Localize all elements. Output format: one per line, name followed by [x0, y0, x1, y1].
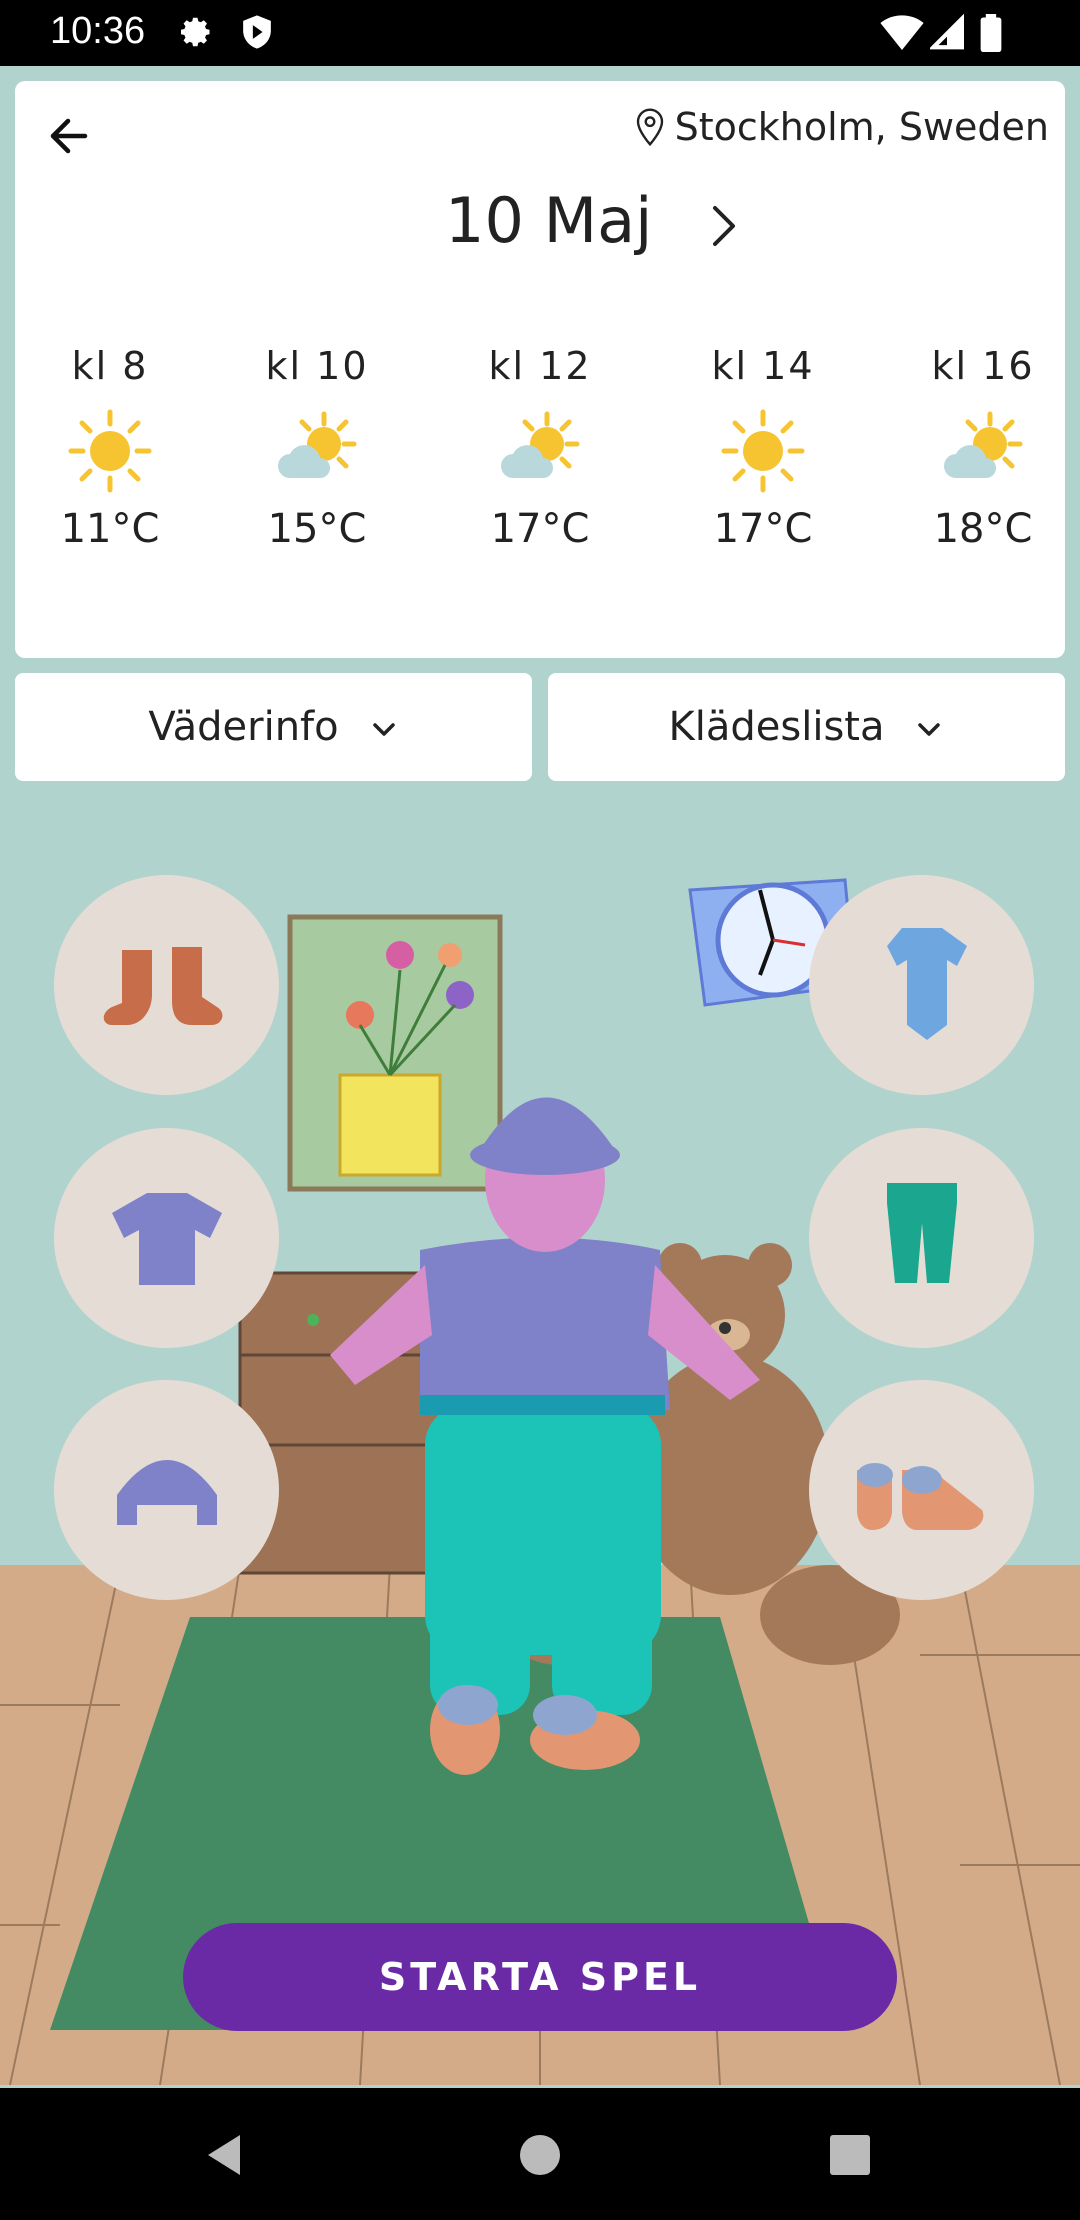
nav-recents-icon[interactable] — [827, 2132, 873, 2178]
hourly-forecast: kl 8 11°C kl 10 15°C kl 12 17°C kl 14 17… — [15, 336, 1065, 566]
navigation-bar — [0, 2088, 1080, 2220]
forecast-hour-label: kl 10 — [265, 344, 369, 388]
nav-home-icon[interactable] — [515, 2130, 565, 2180]
partly-cloudy-icon — [903, 396, 1063, 506]
settings-gear-icon — [178, 14, 214, 54]
pants-option[interactable] — [809, 1128, 1034, 1348]
weather-card: Stockholm, Sweden 10 Maj kl 8 11°C kl 10… — [15, 81, 1065, 658]
location: Stockholm, Sweden — [633, 105, 1049, 149]
start-game-button[interactable]: STARTA SPEL — [183, 1923, 897, 2031]
next-day-button[interactable] — [685, 186, 765, 266]
back-button[interactable] — [35, 101, 105, 171]
location-pin-icon — [636, 108, 663, 147]
pants-icon — [886, 1183, 957, 1283]
shield-icon — [240, 14, 274, 54]
forecast-hour-label: kl 12 — [488, 344, 592, 388]
forecast-hour: kl 8 11°C — [30, 336, 190, 566]
weather-info-dropdown[interactable]: Väderinfo — [15, 673, 532, 781]
cap-icon — [116, 1460, 217, 1525]
status-time: 10:36 — [50, 10, 146, 52]
socks-option[interactable] — [54, 875, 279, 1095]
chevron-down-icon — [914, 704, 944, 750]
forecast-temp: 17°C — [713, 506, 813, 552]
battery-icon — [980, 14, 1002, 56]
forecast-temp: 11°C — [60, 506, 160, 552]
shoes-option[interactable] — [809, 1380, 1034, 1600]
sun-icon — [30, 396, 190, 506]
dress-up-scene — [0, 795, 1080, 2086]
forecast-hour: kl 10 15°C — [237, 336, 397, 566]
forecast-hour: kl 12 17°C — [460, 336, 620, 566]
socks-icon — [103, 947, 222, 1025]
bodysuit-icon — [886, 928, 967, 1040]
forecast-temp: 15°C — [267, 506, 367, 552]
forecast-temp: 17°C — [490, 506, 590, 552]
arrow-back-icon — [50, 118, 88, 154]
cap-option[interactable] — [54, 1380, 279, 1600]
date-row: 10 Maj — [15, 176, 1065, 266]
partly-cloudy-icon — [460, 396, 620, 506]
forecast-hour-label: kl 8 — [71, 344, 149, 388]
partly-cloudy-icon — [237, 396, 397, 506]
bodysuit-option[interactable] — [809, 875, 1034, 1095]
weather-info-label: Väderinfo — [148, 704, 339, 750]
wifi-icon — [880, 14, 924, 54]
tshirt-icon — [111, 1193, 222, 1285]
clothes-list-dropdown[interactable]: Klädeslista — [548, 673, 1065, 781]
forecast-hour: kl 16 18°C — [903, 336, 1063, 566]
cell-signal-icon — [928, 13, 965, 54]
forecast-temp: 18°C — [933, 506, 1033, 552]
chevron-down-icon — [369, 704, 399, 750]
clothes-list-label: Klädeslista — [668, 704, 885, 750]
chevron-right-icon — [713, 206, 735, 246]
tshirt-option[interactable] — [54, 1128, 279, 1348]
sun-icon — [683, 396, 843, 506]
status-bar: 10:36 — [0, 0, 1080, 66]
nav-back-icon[interactable] — [200, 2130, 250, 2180]
forecast-hour-label: kl 14 — [711, 344, 815, 388]
date-title: 10 Maj — [445, 184, 653, 257]
shoes-icon — [856, 1463, 983, 1530]
location-label: Stockholm, Sweden — [674, 105, 1049, 149]
forecast-hour: kl 14 17°C — [683, 336, 843, 566]
forecast-hour-label: kl 16 — [931, 344, 1035, 388]
